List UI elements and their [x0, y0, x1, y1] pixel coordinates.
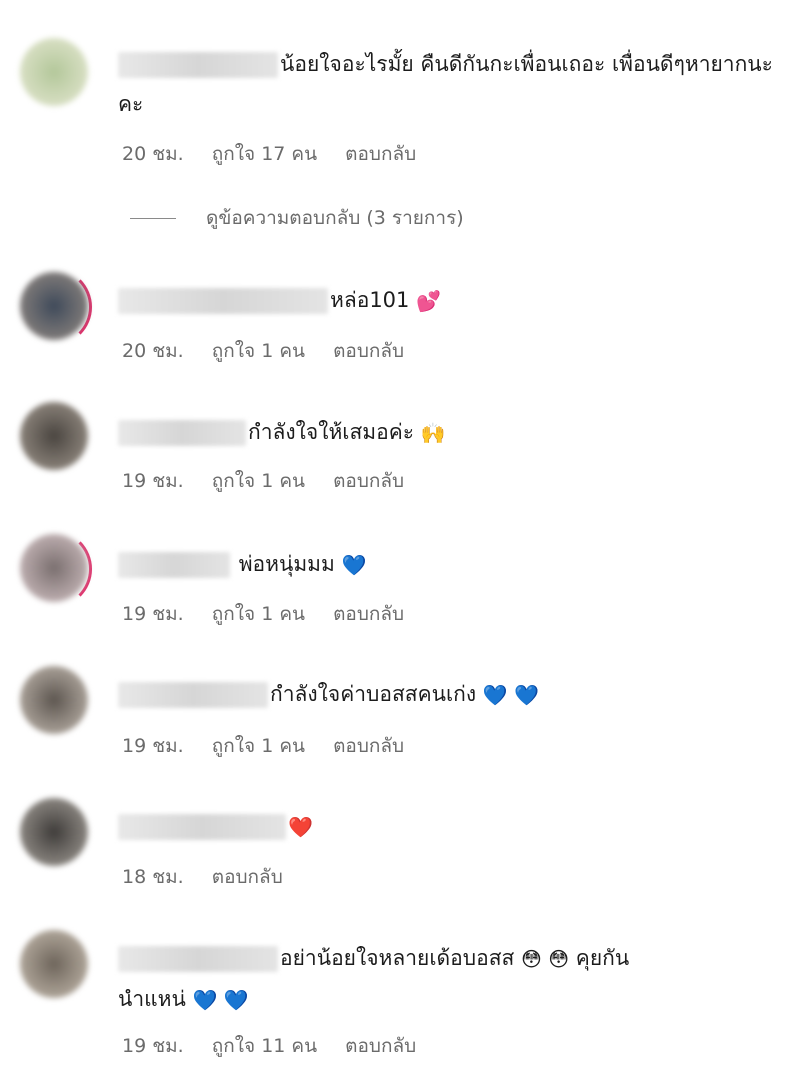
timestamp: 20 ชม. [122, 340, 184, 362]
view-replies-label: ดูข้อความตอบกลับ (3 รายการ) [206, 207, 464, 229]
username-blurred[interactable] [118, 946, 278, 972]
avatar[interactable] [20, 272, 88, 340]
comment-text: กำลังใจให้เสมอค่ะ 🙌 [118, 412, 778, 453]
comment-meta: 19 ชม. ถูกใจ 11 คน ตอบกลับ [122, 1031, 438, 1061]
comment-meta: 19 ชม. ถูกใจ 1 คน ตอบกลับ [122, 599, 426, 629]
username-blurred[interactable] [118, 552, 230, 578]
comment-meta: 20 ชม. ถูกใจ 1 คน ตอบกลับ [122, 336, 426, 366]
timestamp: 20 ชม. [122, 143, 184, 165]
comment-text: อย่าน้อยใจหลายเด้อบอสส 😳 😳 คุยกัน นำแหน่… [118, 946, 630, 1012]
timestamp: 19 ชม. [122, 1035, 184, 1057]
timestamp: 18 ชม. [122, 866, 184, 888]
like-count[interactable]: ถูกใจ 1 คน [212, 603, 305, 625]
hearts-emoji: 💕 [416, 289, 441, 313]
avatar[interactable] [20, 666, 88, 734]
reply-button[interactable]: ตอบกลับ [345, 143, 416, 165]
red-heart-emoji: ❤️ [288, 815, 313, 839]
comment-meta: 20 ชม. ถูกใจ 17 คน ตอบกลับ [122, 139, 438, 169]
reply-button[interactable]: ตอบกลับ [333, 340, 404, 362]
avatar[interactable] [20, 534, 88, 602]
comment-text: ❤️ [118, 806, 778, 847]
comment-meta: 19 ชม. ถูกใจ 1 คน ตอบกลับ [122, 731, 426, 761]
reply-button[interactable]: ตอบกลับ [333, 470, 404, 492]
username-blurred[interactable] [118, 814, 286, 840]
avatar[interactable] [20, 38, 88, 106]
blue-hearts-emoji: 💙 💙 [482, 683, 540, 707]
timestamp: 19 ชม. [122, 470, 184, 492]
like-count[interactable]: ถูกใจ 17 คน [212, 143, 317, 165]
reply-button[interactable]: ตอบกลับ [212, 866, 283, 888]
username-blurred[interactable] [118, 52, 278, 78]
username-blurred[interactable] [118, 420, 246, 446]
like-count[interactable]: ถูกใจ 1 คน [212, 735, 305, 757]
view-replies-button[interactable]: ดูข้อความตอบกลับ (3 รายการ) [130, 203, 464, 233]
like-count[interactable]: ถูกใจ 1 คน [212, 470, 305, 492]
timestamp: 19 ชม. [122, 735, 184, 757]
comment-text: กำลังใจค่าบอสสคนเก่ง 💙 💙 [118, 674, 778, 715]
avatar[interactable] [20, 402, 88, 470]
timestamp: 19 ชม. [122, 603, 184, 625]
comment-text: พ่อหนุ่มมม 💙 [118, 544, 778, 585]
username-blurred[interactable] [118, 288, 328, 314]
divider-line [130, 218, 176, 219]
flushed-face-emoji: 😳 😳 [521, 947, 570, 971]
comment-meta: 19 ชม. ถูกใจ 1 คน ตอบกลับ [122, 466, 426, 496]
comment-meta: 18 ชม. ตอบกลับ [122, 862, 305, 892]
blue-hearts-emoji: 💙 💙 [192, 988, 249, 1012]
reply-button[interactable]: ตอบกลับ [345, 1035, 416, 1057]
blue-heart-emoji: 💙 [341, 553, 367, 577]
comment-text: หล่อ101 💕 [118, 280, 778, 321]
comment-text: น้อยใจอะไรมั้ย คืนดีกันกะเพื่อนเถอะ เพื่… [118, 52, 773, 116]
reply-button[interactable]: ตอบกลับ [333, 603, 404, 625]
avatar[interactable] [20, 930, 88, 998]
avatar[interactable] [20, 798, 88, 866]
username-blurred[interactable] [118, 682, 268, 708]
raised-hands-emoji: 🙌 [420, 421, 446, 445]
like-count[interactable]: ถูกใจ 1 คน [212, 340, 305, 362]
reply-button[interactable]: ตอบกลับ [333, 735, 404, 757]
like-count[interactable]: ถูกใจ 11 คน [212, 1035, 317, 1057]
